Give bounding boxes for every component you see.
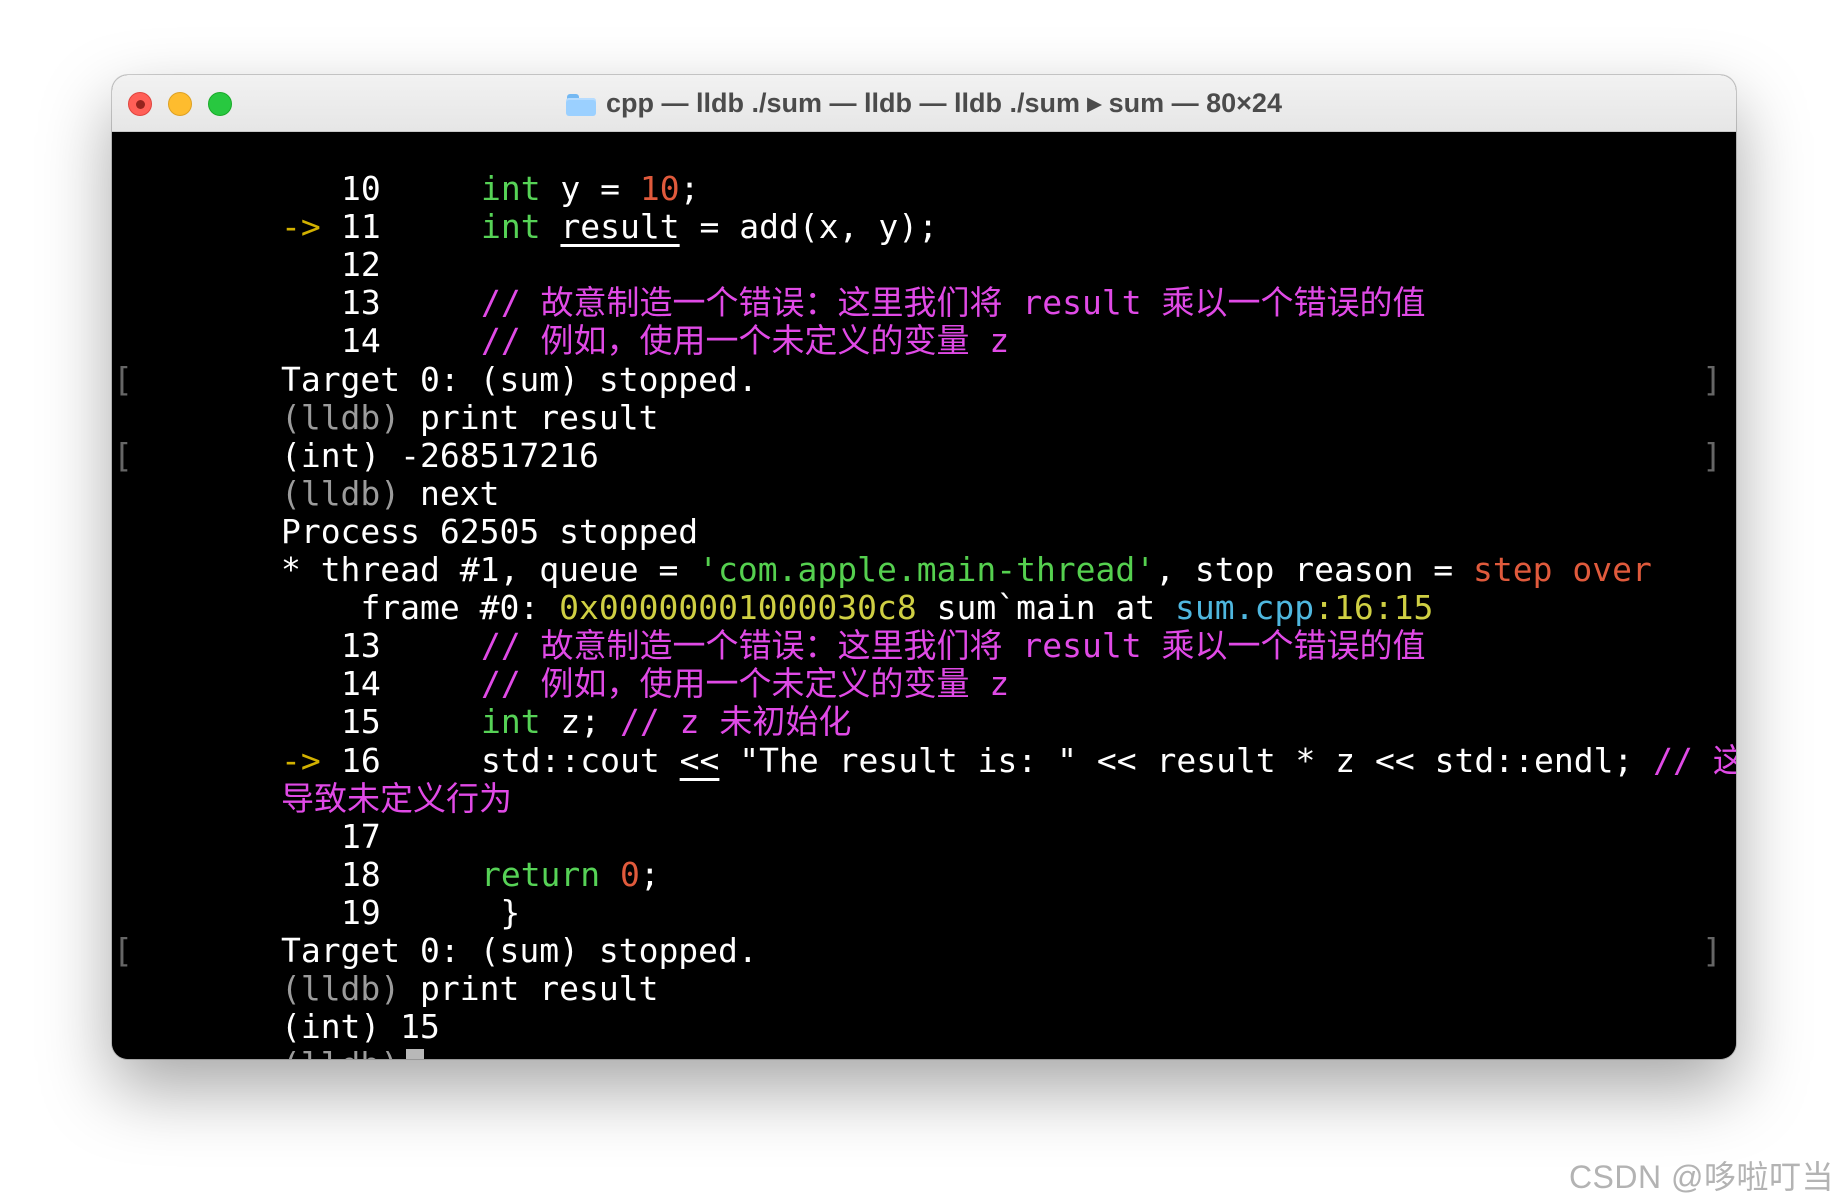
left-bracket-icon: [ [113,359,133,399]
terminal-line: 14// 例如，使用一个未定义的变量 z [122,627,1722,703]
title-bar[interactable]: cpp — lldb ./sum — lldb — lldb ./sum ▸ s… [112,75,1736,132]
terminal-line: (int) 15 [122,970,1722,1046]
folder-icon [566,93,597,116]
right-bracket-icon: ] [1702,930,1722,970]
terminal-line: 12 [122,208,1722,284]
window-title: cpp — lldb ./sum — lldb — lldb ./sum ▸ s… [112,75,1736,132]
terminal-line: Target 0: (sum) stopped. [122,322,1722,398]
frame-info-line: frame #0: 0x00000001000030c8 sum`main at… [360,588,1434,628]
thread-info-line: * thread #1, queue = 'com.apple.main-thr… [280,550,1652,590]
terminal-content[interactable]: 10 int y = 10; -> 11 int result = add(x, y)… [112,132,1736,1059]
prompt-line: [(lldb) next] [113,435,1722,512]
terminal-line: 19 } [340,892,521,932]
terminal-line: 14// 例如，使用一个未定义的变量 z [122,284,1722,360]
right-bracket-icon: ] [1702,359,1722,399]
text-cursor[interactable] [406,1049,425,1059]
terminal-line: 10 int y = 10; [340,169,700,209]
terminal-line-wrapped: 导致未定义行为 [122,742,1722,817]
terminal-line: 13// 故意制造一个错误：这里我们将 result 乘以一个错误的值 [122,246,1722,322]
active-prompt-line[interactable]: (lldb) [122,1008,1722,1059]
window-title-text: cpp — lldb ./sum — lldb — lldb ./sum ▸ s… [606,88,1282,118]
terminal-line: Target 0: (sum) stopped. [122,894,1722,969]
watermark: CSDN @哆啦叮当 [1568,1159,1834,1195]
prompt-line: [(lldb) print result] [113,359,1722,436]
terminal-line: 18 return 0; [340,854,660,894]
left-bracket-icon: [ [113,435,133,475]
lldb-prompt: (lldb) [281,1045,400,1059]
terminal-window: cpp — lldb ./sum — lldb — lldb ./sum ▸ s… [112,75,1736,1059]
right-bracket-icon: ] [1702,435,1722,475]
terminal-line: 17 [122,780,1722,855]
left-bracket-icon: [ [113,930,133,970]
prompt-line: [(lldb) print result] [113,930,1722,1007]
terminal-line: 13// 故意制造一个错误：这里我们将 result 乘以一个错误的值 [122,589,1722,665]
terminal-line: (int) -268517216 [122,399,1722,474]
terminal-line-current: -> 16 std::cout << "The result is: " << re… [122,703,1736,779]
terminal-line: Process 62505 stopped [122,475,1722,550]
terminal-lines: 10 int y = 10; -> 11 int result = add(x, y)… [113,132,1736,1059]
terminal-line-current: -> 11 int result = add(x, y); [280,207,938,247]
terminal-line: 15 int z; // z 未初始化 [340,702,852,742]
